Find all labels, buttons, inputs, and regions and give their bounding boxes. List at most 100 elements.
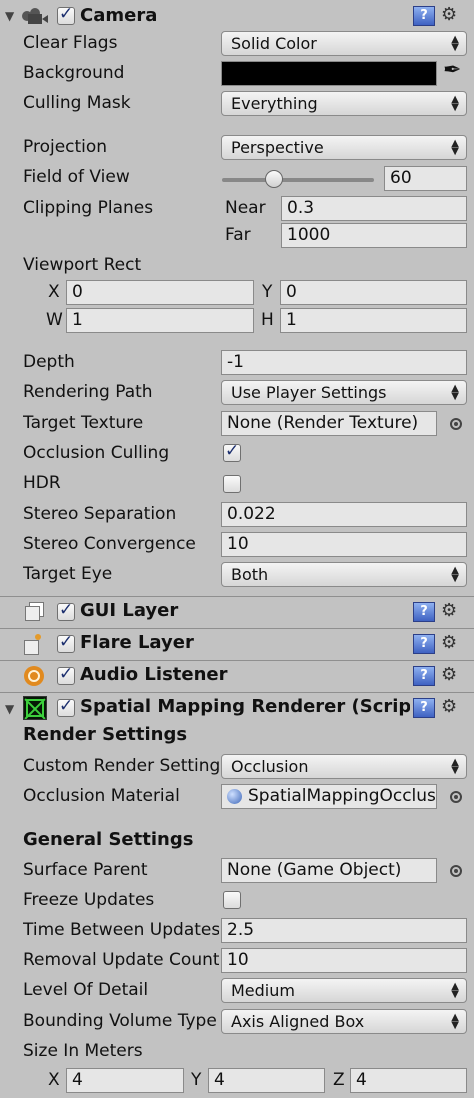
help-icon[interactable]: ? [413, 6, 435, 26]
clear-flags-value: Solid Color [231, 34, 317, 53]
custom-render-value: Occlusion [231, 757, 309, 776]
time-between-input[interactable]: 2.5 [221, 918, 467, 943]
foldout-arrow-icon[interactable]: ▼ [5, 702, 14, 716]
clipping-planes-label: Clipping Planes [23, 198, 154, 218]
camera-header: ▼ ✓ Camera ? ⚙ [0, 0, 474, 32]
dropdown-arrow-icon: ▲ ▼ [451, 34, 459, 53]
size-x-input[interactable]: 4 [66, 1068, 184, 1093]
flare-layer-title: Flare Layer [80, 632, 194, 653]
gear-icon[interactable]: ⚙ [441, 632, 457, 653]
gear-icon[interactable]: ⚙ [441, 4, 457, 25]
gear-icon[interactable]: ⚙ [441, 600, 457, 621]
spatial-mapping-enabled-checkbox[interactable]: ✓ [57, 696, 75, 717]
flare-layer-header: ✓ Flare Layer ? ⚙ [0, 628, 474, 659]
dropdown-arrow-icon: ▲ ▼ [451, 757, 459, 776]
rendering-path-dropdown[interactable]: Use Player Settings ▲ ▼ [221, 380, 467, 405]
flare-layer-icon [24, 634, 44, 655]
surface-parent-field[interactable]: None (Game Object) [221, 858, 437, 883]
far-input[interactable]: 1000 [281, 223, 467, 248]
hdr-checkbox[interactable] [223, 475, 241, 493]
target-texture-field[interactable]: None (Render Texture) [221, 411, 437, 436]
object-picker-icon[interactable] [450, 418, 462, 430]
surface-parent-label: Surface Parent [23, 860, 148, 880]
gui-layer-header: ✓ GUI Layer ? ⚙ [0, 596, 474, 627]
size-z-input[interactable]: 4 [350, 1068, 467, 1093]
gear-icon[interactable]: ⚙ [441, 664, 457, 685]
viewport-x-input[interactable]: 0 [66, 280, 254, 305]
clear-flags-label: Clear Flags [23, 33, 118, 53]
viewport-y-input[interactable]: 0 [280, 280, 467, 305]
audio-listener-enabled-checkbox[interactable]: ✓ [57, 664, 75, 685]
target-eye-dropdown[interactable]: Both ▲ ▼ [221, 562, 467, 587]
near-input[interactable]: 0.3 [281, 196, 467, 221]
help-icon[interactable]: ? [413, 602, 435, 622]
depth-label: Depth [23, 352, 75, 372]
culling-mask-dropdown[interactable]: Everything ▲ ▼ [221, 91, 467, 116]
bounding-volume-label: Bounding Volume Type [23, 1011, 217, 1031]
time-between-label: Time Between Updates [23, 920, 219, 940]
audio-listener-title: Audio Listener [80, 664, 228, 685]
help-icon[interactable]: ? [413, 666, 435, 686]
size-z-label: Z [333, 1070, 345, 1090]
occlusion-material-label: Occlusion Material [23, 786, 180, 806]
help-icon[interactable]: ? [413, 634, 435, 654]
gui-layer-enabled-checkbox[interactable]: ✓ [57, 600, 75, 621]
eyedropper-icon[interactable]: ✒ [443, 58, 461, 83]
fov-input[interactable]: 60 [384, 166, 467, 191]
far-label: Far [225, 225, 251, 245]
clear-flags-dropdown[interactable]: Solid Color ▲ ▼ [221, 31, 467, 56]
projection-label: Projection [23, 137, 108, 157]
background-color-swatch[interactable] [221, 61, 437, 86]
custom-render-label: Custom Render Setting [23, 756, 219, 776]
viewport-h-input[interactable]: 1 [280, 308, 467, 333]
flare-layer-enabled-checkbox[interactable]: ✓ [57, 632, 75, 653]
audio-listener-icon [24, 666, 44, 686]
dropdown-arrow-icon: ▲ ▼ [451, 981, 459, 1000]
target-texture-label: Target Texture [23, 413, 144, 433]
camera-enabled-checkbox[interactable]: ✓ [57, 4, 75, 25]
material-sphere-icon [227, 789, 242, 804]
gui-layer-icon [25, 602, 44, 621]
render-settings-heading: Render Settings [23, 724, 188, 745]
freeze-updates-checkbox[interactable] [223, 891, 241, 909]
occlusion-material-field[interactable]: SpatialMappingOcclusion [221, 784, 437, 809]
size-in-meters-label: Size In Meters [23, 1041, 143, 1061]
custom-render-dropdown[interactable]: Occlusion ▲ ▼ [221, 754, 467, 779]
dropdown-arrow-icon: ▲ ▼ [451, 94, 459, 113]
object-picker-icon[interactable] [450, 791, 462, 803]
hdr-label: HDR [23, 473, 61, 493]
dropdown-arrow-icon: ▲ ▼ [451, 565, 459, 584]
field-of-view-label: Field of View [23, 167, 130, 187]
bounding-volume-value: Axis Aligned Box [231, 1012, 365, 1031]
viewport-w-input[interactable]: 1 [66, 308, 254, 333]
viewport-w-label: W [46, 310, 63, 330]
script-icon [23, 696, 47, 720]
removal-update-label: Removal Update Count [23, 950, 219, 970]
help-icon[interactable]: ? [413, 698, 435, 718]
viewport-h-label: H [261, 310, 274, 330]
size-y-input[interactable]: 4 [208, 1068, 325, 1093]
stereo-convergence-input[interactable]: 10 [221, 532, 467, 557]
fov-slider-thumb[interactable] [265, 170, 283, 188]
object-picker-icon[interactable] [450, 865, 462, 877]
stereo-separation-input[interactable]: 0.022 [221, 502, 467, 527]
check-icon: ✓ [59, 4, 74, 24]
projection-value: Perspective [231, 138, 324, 157]
culling-mask-label: Culling Mask [23, 93, 131, 113]
foldout-arrow-icon[interactable]: ▼ [5, 9, 14, 23]
occlusion-culling-checkbox[interactable]: ✓ [223, 441, 241, 462]
depth-input[interactable]: -1 [221, 350, 467, 375]
fov-slider-track[interactable] [222, 178, 374, 182]
rendering-path-label: Rendering Path [23, 382, 153, 402]
stereo-convergence-label: Stereo Convergence [23, 534, 196, 554]
removal-update-input[interactable]: 10 [221, 948, 467, 973]
level-of-detail-dropdown[interactable]: Medium ▲ ▼ [221, 978, 467, 1003]
occlusion-culling-label: Occlusion Culling [23, 443, 170, 463]
projection-dropdown[interactable]: Perspective ▲ ▼ [221, 135, 467, 160]
target-eye-value: Both [231, 565, 269, 584]
check-icon: ✓ [59, 664, 74, 684]
gear-icon[interactable]: ⚙ [441, 696, 457, 717]
background-label: Background [23, 63, 125, 83]
bounding-volume-dropdown[interactable]: Axis Aligned Box ▲ ▼ [221, 1009, 467, 1034]
occlusion-material-value: SpatialMappingOcclusion [248, 786, 436, 806]
